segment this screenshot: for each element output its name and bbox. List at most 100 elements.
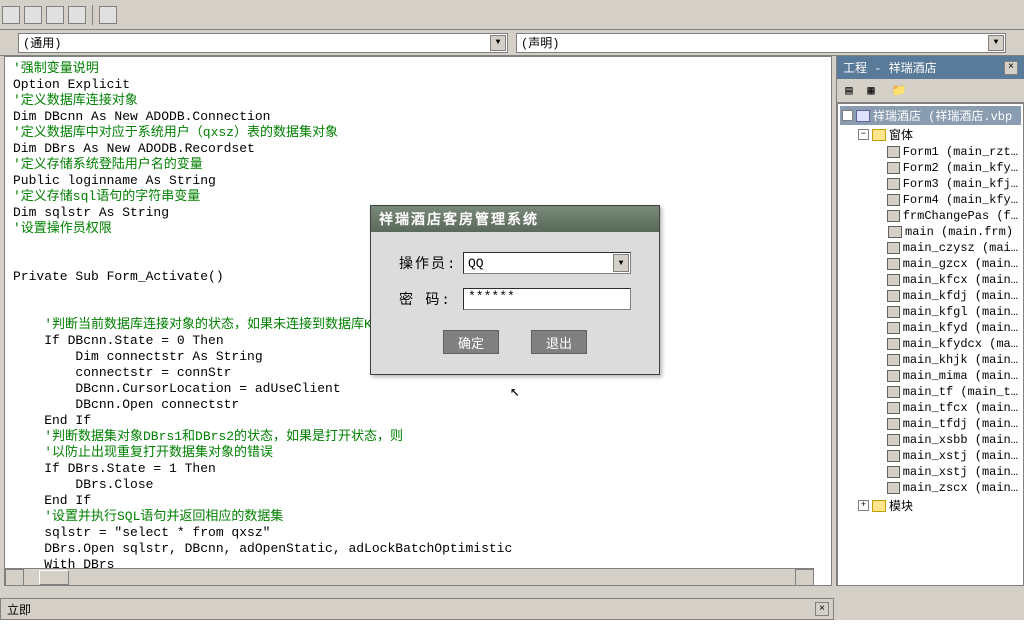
view-object-icon[interactable]: ▦: [861, 82, 881, 100]
object-combo-value: (通用): [23, 34, 61, 51]
chevron-down-icon[interactable]: ▼: [988, 35, 1004, 51]
tree-item[interactable]: − 窗体: [840, 125, 1021, 144]
form-icon: [887, 386, 900, 398]
tree-item[interactable]: +模块: [840, 496, 1021, 515]
tool-btn[interactable]: [24, 6, 42, 24]
form-icon: [887, 402, 900, 414]
login-dialog: 祥瑞酒店客房管理系统 操作员: QQ ▼ 密 码: ****** 确定 退出: [370, 205, 660, 375]
tool-btn[interactable]: [99, 6, 117, 24]
tree-item[interactable]: Form2 (main_kfyydj: [840, 160, 1021, 176]
code-line: '定义数据库连接对象: [13, 93, 823, 109]
tree-label: Form2 (main_kfyydj: [903, 161, 1021, 175]
tree-item[interactable]: main_gzcx (main_gz: [840, 256, 1021, 272]
form-icon: [887, 354, 900, 366]
tree-item[interactable]: main_kfgl (main_kf: [840, 304, 1021, 320]
tree-item[interactable]: main_kfcx (main_kf: [840, 272, 1021, 288]
code-line: sqlstr = "select * from qxsz": [13, 525, 823, 541]
password-value: ******: [468, 289, 515, 304]
tree-label: main_kfdj (main_kf: [903, 289, 1021, 303]
tree-item[interactable]: main_xstj (main_xs: [840, 448, 1021, 464]
expand-icon[interactable]: −: [858, 129, 869, 140]
tree-label: main_tfcx (main_tf: [903, 401, 1021, 415]
tool-btn[interactable]: [46, 6, 64, 24]
cancel-button[interactable]: 退出: [531, 330, 587, 354]
procedure-combo-value: (声明): [521, 34, 559, 51]
tree-label: main_xstj (main_xs: [903, 465, 1021, 479]
horizontal-scrollbar[interactable]: [5, 568, 814, 585]
form-icon: [887, 482, 900, 494]
main-toolbar: [0, 0, 1024, 30]
tree-label: Form3 (main_kfjs.f: [903, 177, 1021, 191]
tree-item[interactable]: main (main.frm): [840, 224, 1021, 240]
form-icon: [887, 258, 900, 270]
tree-label: Form4 (main_kfydtj: [903, 193, 1021, 207]
dialog-title: 祥瑞酒店客房管理系统: [371, 206, 659, 232]
tree-item[interactable]: main_kfyd (main_kf: [840, 320, 1021, 336]
code-line: Public loginname As String: [13, 173, 823, 189]
chevron-down-icon[interactable]: ▼: [613, 254, 629, 272]
tree-item[interactable]: main_zscx (main_zs: [840, 480, 1021, 496]
immediate-window-title: 立即 ×: [0, 598, 834, 620]
code-line: Dim DBcnn As New ADODB.Connection: [13, 109, 823, 125]
toggle-folders-icon[interactable]: 📁: [889, 82, 909, 100]
tree-item[interactable]: main_xsbb (main_xs: [840, 432, 1021, 448]
tree-label: main_tfdj (main_tf: [903, 417, 1021, 431]
tree-item[interactable]: main_czysz (main_c: [840, 240, 1021, 256]
tree-item[interactable]: main_tfdj (main_tf: [840, 416, 1021, 432]
form-icon: [887, 306, 900, 318]
form-icon: [887, 194, 900, 206]
form-icon: [887, 322, 900, 334]
expand-icon[interactable]: +: [858, 500, 869, 511]
tree-item[interactable]: frmChangePas (frmC: [840, 208, 1021, 224]
project-tree[interactable]: −祥瑞酒店 (祥瑞酒店.vbp−窗体Form1 (main_rztj.fForm…: [837, 103, 1024, 586]
folder-icon: [872, 129, 886, 141]
tree-label: main_kfyd (main_kf: [903, 321, 1021, 335]
tool-btn[interactable]: [2, 6, 20, 24]
password-input[interactable]: ******: [463, 288, 631, 310]
code-line: If DBrs.State = 1 Then: [13, 461, 823, 477]
close-icon[interactable]: ×: [815, 602, 829, 616]
tree-item[interactable]: Form1 (main_rztj.f: [840, 144, 1021, 160]
close-icon[interactable]: ×: [1004, 61, 1018, 75]
form-icon: [887, 290, 900, 302]
panel-title: 工程 - 祥瑞酒店: [843, 59, 937, 76]
tree-label: 窗体: [889, 126, 913, 143]
operator-select[interactable]: QQ ▼: [463, 252, 631, 274]
tree-item[interactable]: main_tfcx (main_tf: [840, 400, 1021, 416]
immediate-window[interactable]: [0, 620, 1024, 640]
tree-item[interactable]: − 祥瑞酒店 (祥瑞酒店.vbp: [840, 106, 1021, 125]
tree-item[interactable]: main_xstj (main_xs: [840, 464, 1021, 480]
tree-item[interactable]: Form4 (main_kfydtj: [840, 192, 1021, 208]
tree-item[interactable]: main_kfdj (main_kf: [840, 288, 1021, 304]
form-icon: [887, 338, 900, 350]
tree-item[interactable]: Form3 (main_kfjs.f: [840, 176, 1021, 192]
procedure-combo[interactable]: (声明) ▼: [516, 33, 1006, 53]
tree-item[interactable]: main_kfydcx (main_: [840, 336, 1021, 352]
view-code-icon[interactable]: ▤: [839, 82, 859, 100]
code-line: End If: [13, 413, 823, 429]
panel-title-bar: 工程 - 祥瑞酒店 ×: [837, 56, 1024, 79]
tree-label: 祥瑞酒店 (祥瑞酒店.vbp: [873, 107, 1012, 124]
code-line: Dim DBrs As New ADODB.Recordset: [13, 141, 823, 157]
code-line: '定义数据库中对应于系统用户（qxsz）表的数据集对象: [13, 125, 823, 141]
tree-label: main_xstj (main_xs: [903, 449, 1021, 463]
tree-item[interactable]: main_tf (main_tf.f: [840, 384, 1021, 400]
tree-label: main_khjk (main_kh: [903, 353, 1021, 367]
tree-item[interactable]: main_mima (main_mi: [840, 368, 1021, 384]
chevron-down-icon[interactable]: ▼: [490, 35, 506, 51]
code-line: '定义存储sql语句的字符串变量: [13, 189, 823, 205]
code-line: DBcnn.Open connectstr: [13, 397, 823, 413]
tree-label: main_czysz (main_c: [903, 241, 1021, 255]
scroll-thumb[interactable]: [39, 570, 69, 585]
form-icon: [887, 242, 900, 254]
expand-icon[interactable]: −: [842, 110, 853, 121]
folder-icon: [872, 500, 886, 512]
tool-btn[interactable]: [68, 6, 86, 24]
code-line: '判断数据集对象DBrs1和DBrs2的状态，如果是打开状态，则: [13, 429, 823, 445]
tree-label: main_xsbb (main_xs: [903, 433, 1021, 447]
tree-item[interactable]: main_khjk (main_kh: [840, 352, 1021, 368]
ok-button[interactable]: 确定: [443, 330, 499, 354]
object-combo[interactable]: (通用) ▼: [18, 33, 508, 53]
code-line: DBcnn.CursorLocation = adUseClient: [13, 381, 823, 397]
code-line: End If: [13, 493, 823, 509]
